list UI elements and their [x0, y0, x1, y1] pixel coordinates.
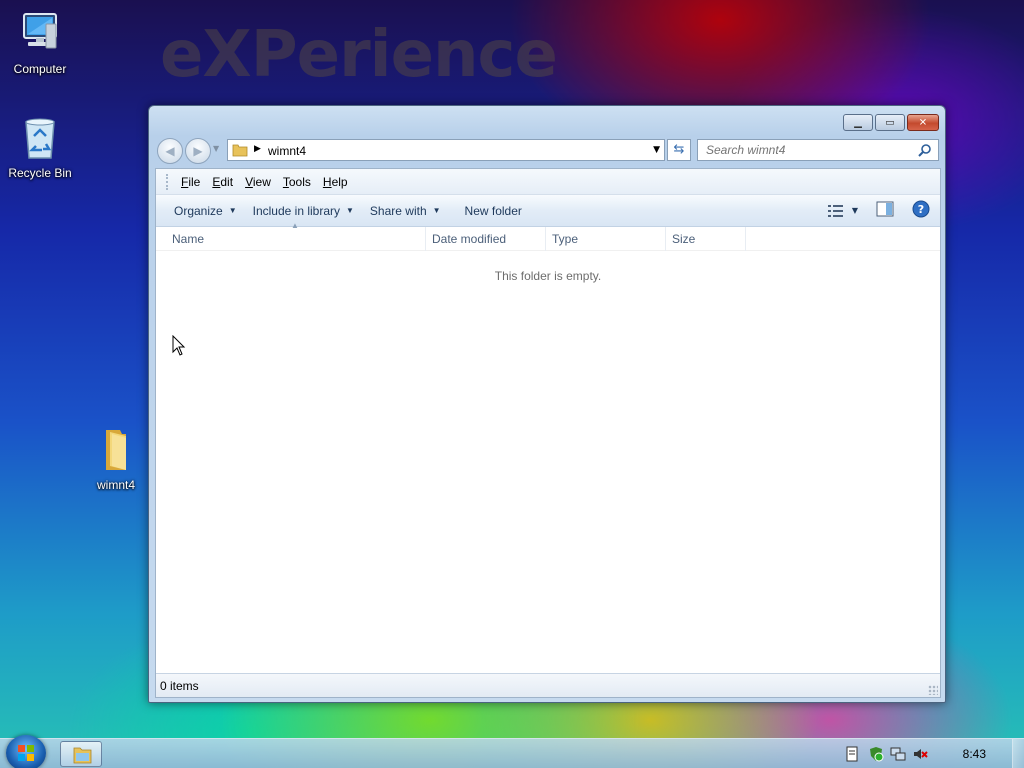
column-name[interactable]: Name: [166, 227, 426, 251]
column-type[interactable]: Type: [546, 227, 666, 251]
folder-icon: [232, 143, 248, 157]
mouse-cursor-icon: [172, 334, 186, 360]
command-bar-right: ▼ ?: [827, 200, 930, 221]
minimize-button[interactable]: ▁: [843, 114, 873, 131]
menu-grip: [166, 173, 169, 190]
include-in-library-button[interactable]: Include in library ▼: [245, 204, 362, 218]
restore-icon: ▭: [885, 117, 895, 128]
caption-buttons: ▁ ▭ ✕: [843, 114, 939, 131]
desktop-icon-wimnt4[interactable]: wimnt4: [76, 426, 156, 492]
menu-edit[interactable]: Edit: [206, 175, 239, 189]
command-bar: Organize ▼ Include in library ▼ Share with…: [156, 195, 940, 227]
item-count: 0 items: [160, 679, 199, 693]
search-box[interactable]: [697, 139, 939, 161]
system-tray: 8:43: [834, 739, 1024, 768]
column-size[interactable]: Size: [666, 227, 746, 251]
menu-tools[interactable]: Tools: [277, 175, 317, 189]
refresh-icon: ⇆: [673, 142, 685, 157]
close-icon: ✕: [918, 117, 928, 128]
search-input[interactable]: [698, 140, 908, 160]
search-icon[interactable]: [918, 143, 932, 160]
computer-icon: [16, 10, 64, 58]
desktop-watermark: eXPerience: [160, 18, 558, 92]
security-shield-icon[interactable]: [868, 746, 884, 762]
help-button[interactable]: ?: [912, 200, 930, 221]
start-button[interactable]: [6, 735, 46, 768]
forward-button[interactable]: ▶: [185, 138, 211, 164]
menu-view[interactable]: View: [239, 175, 277, 189]
preview-pane-icon: [876, 201, 894, 217]
status-bar: 0 items: [156, 673, 940, 697]
taskbar-explorer-button[interactable]: [60, 741, 102, 767]
desktop-icon-recycle-bin[interactable]: Recycle Bin: [0, 114, 80, 180]
address-dropdown-icon[interactable]: ▼: [653, 145, 660, 155]
clock[interactable]: 8:43: [963, 747, 986, 761]
view-details-icon: [827, 204, 843, 217]
recent-pages-dropdown-icon[interactable]: ▼: [213, 144, 219, 153]
folder-icon: [73, 747, 92, 764]
address-path[interactable]: wimnt4: [268, 144, 306, 158]
chevron-down-icon: ▼: [346, 206, 354, 215]
desktop-icon-label: Recycle Bin: [8, 166, 72, 180]
taskbar: 8:43: [0, 735, 1024, 768]
preview-pane-button[interactable]: [876, 201, 894, 220]
desktop-icon-label: wimnt4: [96, 478, 135, 492]
desktop-icon-computer[interactable]: Computer: [0, 10, 80, 76]
refresh-button[interactable]: ⇆: [667, 139, 691, 161]
change-view-button[interactable]: ▼: [827, 204, 858, 218]
menu-file[interactable]: File: [175, 175, 206, 189]
minimize-icon: ▁: [854, 117, 862, 128]
share-with-button[interactable]: Share with ▼: [362, 204, 449, 218]
client-area: File Edit View Tools Help Organize ▼ Incl…: [155, 168, 941, 698]
close-button[interactable]: ✕: [907, 114, 939, 131]
show-desktop-button[interactable]: [1012, 739, 1024, 768]
address-bar[interactable]: ▶ wimnt4 ▼: [227, 139, 665, 161]
chevron-down-icon: ▼: [851, 206, 858, 215]
navigation-bar: ◀ ▶ ▼ ▶ wimnt4 ▼ ⇆: [157, 138, 939, 164]
column-date-modified[interactable]: Date modified: [426, 227, 546, 251]
folder-icon: [92, 426, 140, 474]
breadcrumb-arrow-icon[interactable]: ▶: [254, 144, 261, 154]
resize-grip[interactable]: [928, 685, 938, 695]
desktop-icon-label: Computer: [13, 62, 67, 76]
recycle-bin-icon: [16, 114, 64, 162]
menu-bar: File Edit View Tools Help: [156, 169, 940, 195]
maximize-button[interactable]: ▭: [875, 114, 905, 131]
network-icon[interactable]: [890, 746, 906, 762]
document-icon[interactable]: [844, 746, 860, 762]
forward-arrow-icon: ▶: [193, 144, 203, 158]
volume-muted-icon[interactable]: [912, 746, 928, 762]
svg-text:?: ?: [918, 203, 924, 216]
back-button[interactable]: ◀: [157, 138, 183, 164]
chevron-down-icon: ▼: [432, 206, 441, 215]
menu-help[interactable]: Help: [317, 175, 354, 189]
explorer-window[interactable]: ▁ ▭ ✕ ◀ ▶ ▼ ▶ wimnt4 ▼ ⇆ File Edit View: [148, 105, 946, 703]
organize-button[interactable]: Organize ▼: [166, 204, 245, 218]
windows-logo-icon: [18, 745, 34, 761]
back-arrow-icon: ◀: [165, 144, 175, 158]
column-headers: ▲ Name Date modified Type Size: [156, 221, 940, 251]
help-icon: ?: [912, 200, 930, 218]
new-folder-button[interactable]: New folder: [457, 204, 530, 218]
empty-folder-message: This folder is empty.: [494, 269, 602, 283]
chevron-down-icon: ▼: [228, 206, 237, 215]
